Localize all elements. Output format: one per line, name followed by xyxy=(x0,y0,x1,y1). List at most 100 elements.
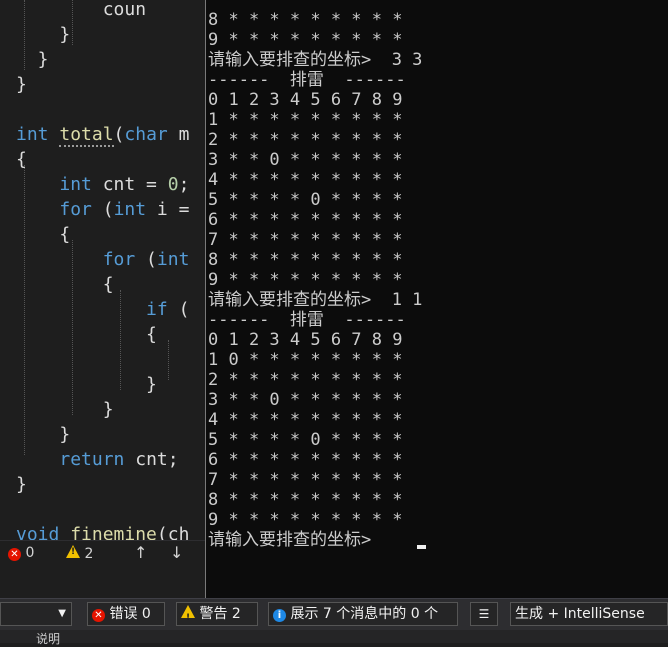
code-token: { xyxy=(16,149,27,170)
indent-guide xyxy=(168,340,169,380)
code-token: coun xyxy=(102,0,147,20)
error-count: 0 xyxy=(25,545,35,561)
console-line: 8 * * * * * * * * * xyxy=(208,490,403,510)
warnings-filter-label: 警告 2 xyxy=(199,606,241,622)
code-token: for xyxy=(59,199,92,220)
indent-guide xyxy=(24,0,25,70)
code-token: m xyxy=(167,124,190,145)
console-line: 6 * * * * * * * * * xyxy=(208,450,403,470)
code-token: ( xyxy=(91,199,114,220)
console-cursor xyxy=(417,545,426,549)
code-token: cnt = xyxy=(91,174,168,195)
code-token: ; xyxy=(178,174,190,195)
warning-count-indicator[interactable]: ! 2 xyxy=(66,545,93,562)
console-line: 9 * * * * * * * * * xyxy=(208,270,403,290)
console-line: 6 * * * * * * * * * xyxy=(208,210,403,230)
console-line: 3 * * 0 * * * * * * xyxy=(208,150,403,170)
console-line: 8 * * * * * * * * * xyxy=(208,250,403,270)
console-line: 1 * * * * * * * * * xyxy=(208,110,403,130)
code-line: coun xyxy=(16,0,146,22)
scope-dropdown[interactable]: ▼ xyxy=(0,602,72,626)
indent-guide xyxy=(72,0,73,45)
code-line: for (int xyxy=(16,247,190,272)
editor-info-bar: ✕ 0 ! 2 ↑ ↓ xyxy=(0,540,205,565)
console-line: 9 * * * * * * * * * xyxy=(208,510,403,530)
code-token: total xyxy=(59,124,114,147)
code-line: { xyxy=(16,322,157,347)
code-token: } xyxy=(16,74,27,95)
console-line: 2 * * * * * * * * * xyxy=(208,370,403,390)
console-line: 请输入要排查的坐标> 3 3 xyxy=(208,50,423,70)
console-window[interactable]: 8 * * * * * * * * * 9 * * * * * * * * * 请输… xyxy=(205,0,668,598)
messages-filter-label: 展示 7 个消息中的 0 个 xyxy=(290,606,439,622)
indent-guide xyxy=(120,290,121,390)
error-count-indicator[interactable]: ✕ 0 xyxy=(8,545,34,561)
error-list-header: 说明 xyxy=(0,630,668,646)
code-line: { xyxy=(16,272,114,297)
code-token: 0 xyxy=(167,174,179,195)
warnings-filter-button[interactable]: ! 警告 2 xyxy=(176,602,258,626)
code-line: { xyxy=(16,147,27,172)
code-line: if ( xyxy=(16,297,189,322)
console-line: 5 * * * * 0 * * * * xyxy=(208,430,403,450)
code-line: } xyxy=(16,372,157,397)
console-line: ------ 排雷 ------ xyxy=(208,70,406,90)
console-line: 0 1 2 3 4 5 6 7 8 9 xyxy=(208,330,403,350)
warning-count: 2 xyxy=(84,546,94,562)
messages-filter-button[interactable]: i 展示 7 个消息中的 0 个 xyxy=(268,602,458,626)
previous-issue-button[interactable]: ↑ xyxy=(134,543,147,562)
warning-icon: ! xyxy=(181,605,195,623)
console-line: 9 * * * * * * * * * xyxy=(208,30,403,50)
console-line: 请输入要排查的坐标> xyxy=(208,530,372,550)
chevron-down-icon: ▼ xyxy=(58,608,66,619)
console-line: 8 * * * * * * * * * xyxy=(208,10,403,30)
code-line: void finemine(ch xyxy=(16,522,189,540)
errors-filter-label: 错误 0 xyxy=(109,606,151,622)
build-source-dropdown[interactable]: 生成 + IntelliSense xyxy=(510,602,668,626)
description-column-header[interactable]: 说明 xyxy=(36,630,60,647)
code-token: int xyxy=(156,249,190,270)
code-token: int xyxy=(59,174,92,195)
code-token: cnt; xyxy=(124,449,179,470)
error-list-toolbar: ▼ ✕ 错误 0 ! 警告 2 i 展示 7 个消息中的 0 个 ☰ 生成 + … xyxy=(0,598,668,631)
code-token: ( xyxy=(167,299,190,320)
warning-icon: ! xyxy=(66,545,80,558)
code-token: (ch xyxy=(156,524,190,540)
code-token: } xyxy=(16,399,114,420)
console-line: 7 * * * * * * * * * xyxy=(208,230,403,250)
console-line: 请输入要排查的坐标> 1 1 xyxy=(208,290,423,310)
console-line: 1 0 * * * * * * * * xyxy=(208,350,403,370)
code-token: int xyxy=(113,199,147,220)
console-line: 2 * * * * * * * * * xyxy=(208,130,403,150)
console-line: 7 * * * * * * * * * xyxy=(208,470,403,490)
code-token: } xyxy=(16,474,27,495)
info-icon: i xyxy=(273,609,286,622)
indent-guide xyxy=(72,240,73,415)
code-line: } xyxy=(16,397,114,422)
code-token: for xyxy=(102,249,136,270)
code-line: } xyxy=(16,472,27,497)
code-token: } xyxy=(16,374,157,395)
code-line: for (int i = xyxy=(16,197,189,222)
errors-filter-button[interactable]: ✕ 错误 0 xyxy=(87,602,165,626)
build-source-label: 生成 + IntelliSense xyxy=(515,606,645,622)
next-issue-button[interactable]: ↓ xyxy=(170,543,183,562)
clear-filter-button[interactable]: ☰ xyxy=(470,602,498,626)
error-icon: ✕ xyxy=(92,609,105,622)
code-token: finemine xyxy=(70,524,157,540)
code-line: int total(char m xyxy=(16,122,189,147)
code-token: ( xyxy=(135,249,157,270)
code-token: int xyxy=(16,124,49,145)
code-line: } xyxy=(16,47,49,72)
code-token: { xyxy=(16,324,157,345)
filter-icon: ☰ xyxy=(478,607,490,621)
code-token: return xyxy=(59,449,125,470)
console-line: 4 * * * * * * * * * xyxy=(208,170,403,190)
code-line: return cnt; xyxy=(16,447,179,472)
